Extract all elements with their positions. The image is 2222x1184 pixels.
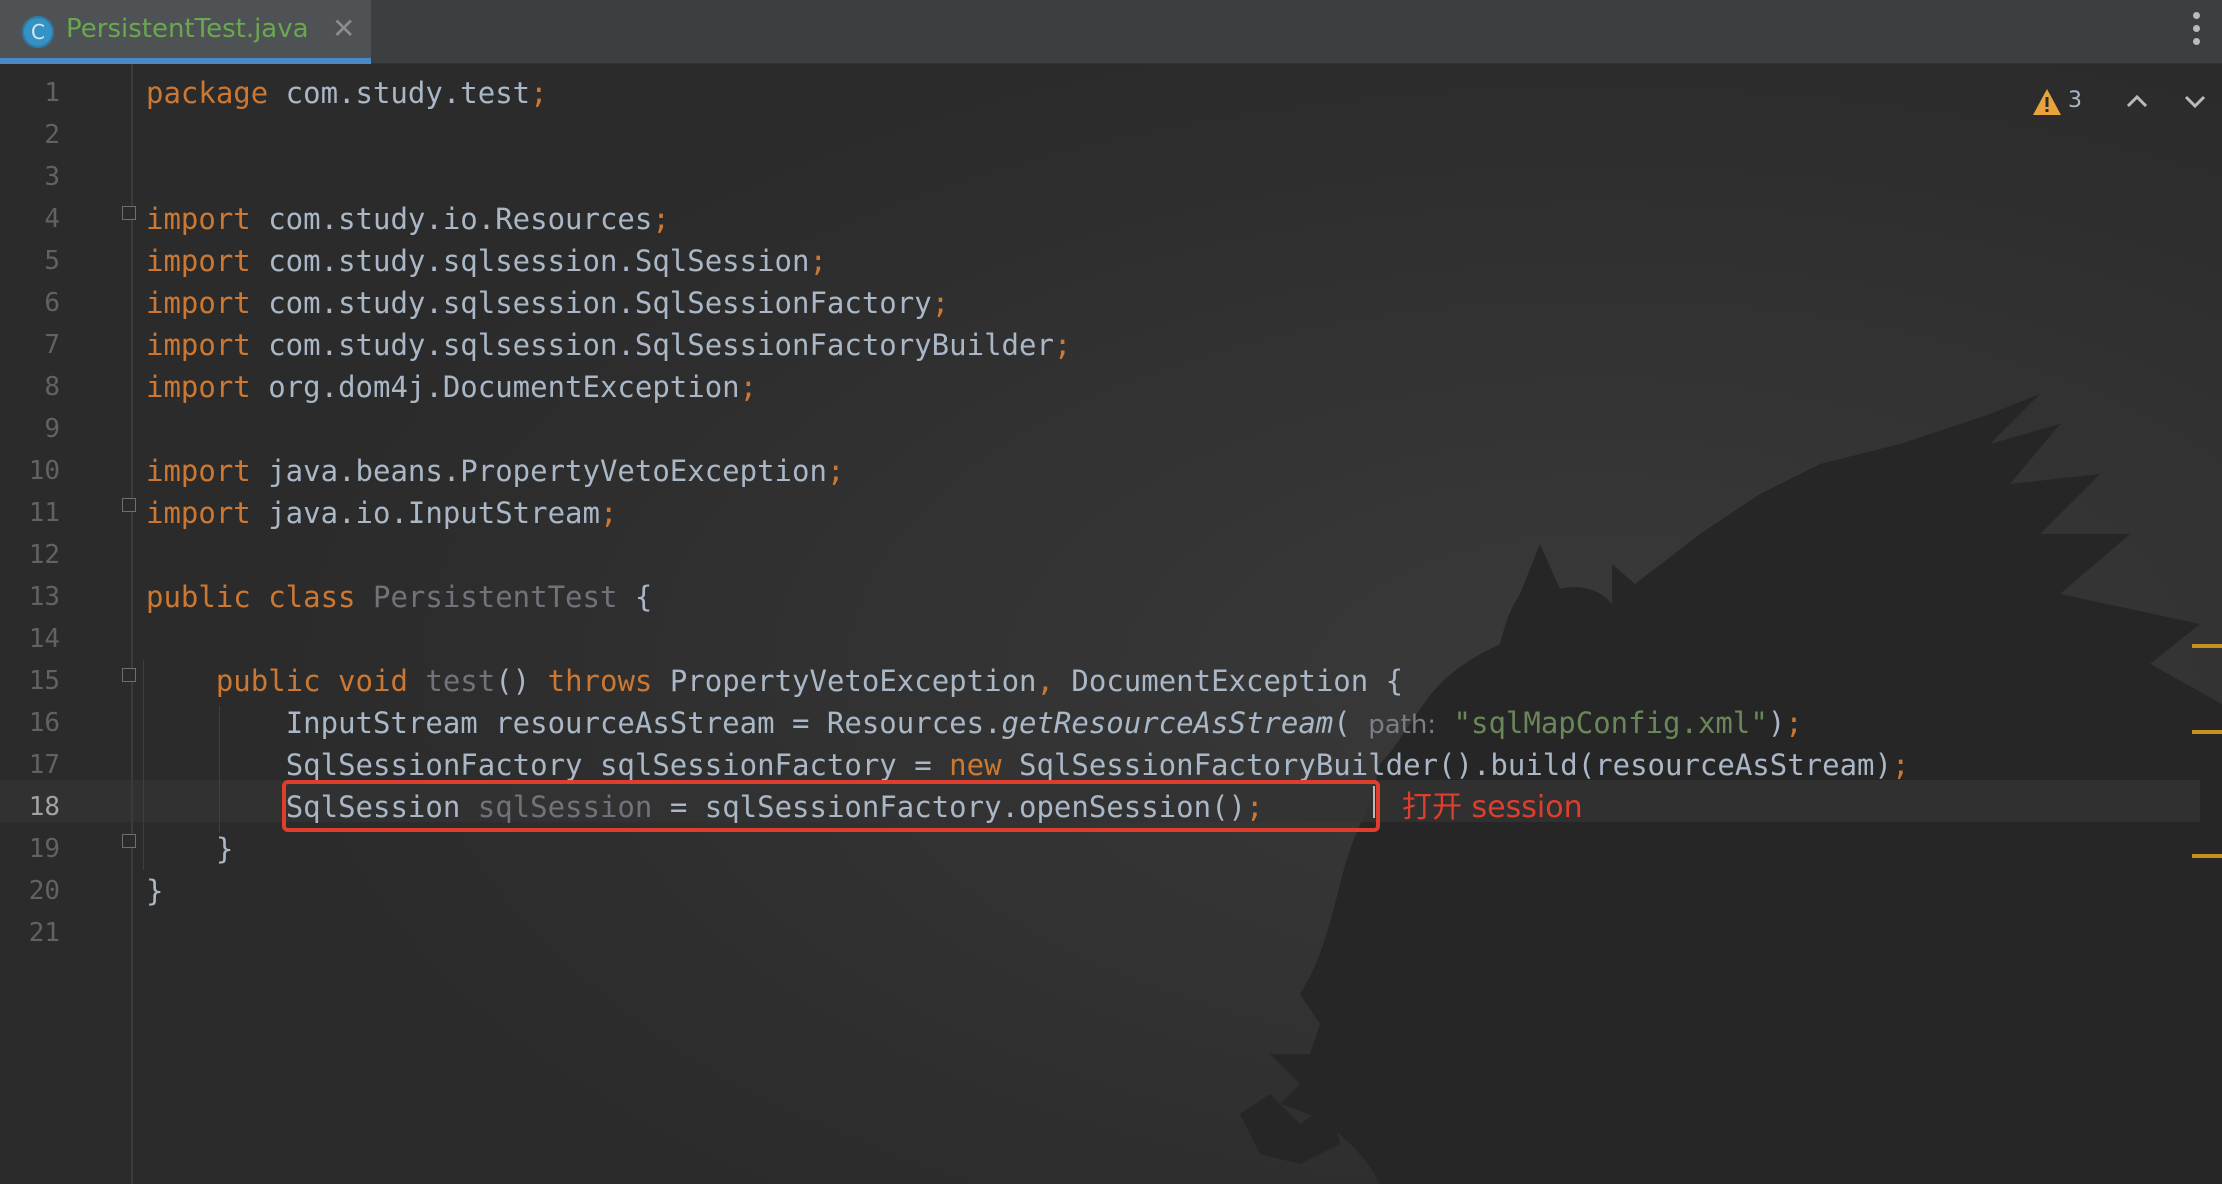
line-number[interactable]: 6 xyxy=(0,282,60,324)
next-highlight-icon[interactable] xyxy=(2180,84,2210,118)
code-editor[interactable]: 1 2 3 4 5 6 7 8 9 10 11 12 13 14 15 16 17 18 19 20 21 packag… xyxy=(0,64,2222,1184)
code-line[interactable]: import java.beans.PropertyVetoException; xyxy=(146,450,1909,492)
line-number[interactable]: 1 xyxy=(0,72,60,114)
code-line[interactable] xyxy=(146,618,1909,660)
line-number[interactable]: 11 xyxy=(0,492,60,534)
code-line[interactable]: package com.study.test; xyxy=(146,72,1909,114)
line-number[interactable]: 7 xyxy=(0,324,60,366)
code-line[interactable] xyxy=(146,534,1909,576)
code-line[interactable]: import com.study.sqlsession.SqlSessionFa… xyxy=(146,324,1909,366)
code-line[interactable]: public void test() throws PropertyVetoEx… xyxy=(146,660,1909,702)
code-line[interactable]: import java.io.InputStream; xyxy=(146,492,1909,534)
line-number[interactable]: 20 xyxy=(0,870,60,912)
warning-scroll-marker[interactable] xyxy=(2192,730,2222,734)
gutter-separator xyxy=(131,64,133,1184)
tab-persistent-test[interactable]: C PersistentTest.java ✕ xyxy=(0,0,371,64)
line-number[interactable]: 3 xyxy=(0,156,60,198)
code-line[interactable] xyxy=(146,114,1909,156)
fold-method-start-icon[interactable] xyxy=(122,668,136,682)
code-line[interactable]: import com.study.sqlsession.SqlSessionFa… xyxy=(146,282,1909,324)
close-icon[interactable]: ✕ xyxy=(332,12,355,45)
parameter-hint: path: xyxy=(1368,710,1437,740)
code-line[interactable] xyxy=(146,408,1909,450)
line-number[interactable]: 14 xyxy=(0,618,60,660)
code-line[interactable] xyxy=(146,156,1909,198)
line-number[interactable]: 8 xyxy=(0,366,60,408)
line-number[interactable]: 10 xyxy=(0,450,60,492)
previous-highlight-icon[interactable] xyxy=(2122,84,2152,118)
code-line[interactable]: import com.study.io.Resources; xyxy=(146,198,1909,240)
warning-icon xyxy=(2033,89,2061,115)
line-number[interactable]: 5 xyxy=(0,240,60,282)
code-line[interactable]: import org.dom4j.DocumentException; xyxy=(146,366,1909,408)
code-line[interactable]: } xyxy=(146,870,1909,912)
line-number[interactable]: 9 xyxy=(0,408,60,450)
line-number[interactable]: 19 xyxy=(0,828,60,870)
code-line[interactable] xyxy=(146,912,1909,954)
line-number[interactable]: 13 xyxy=(0,576,60,618)
line-number[interactable]: 2 xyxy=(0,114,60,156)
code-line[interactable]: InputStream resourceAsStream = Resources… xyxy=(146,702,1909,744)
line-number-gutter[interactable]: 1 2 3 4 5 6 7 8 9 10 11 12 13 14 15 16 17 18 19 20 21 xyxy=(0,72,60,954)
tab-title: PersistentTest.java xyxy=(66,14,309,44)
inspection-widget[interactable]: 3 xyxy=(2032,84,2222,124)
fold-import-end-icon[interactable] xyxy=(122,498,136,512)
line-number[interactable]: 12 xyxy=(0,534,60,576)
more-options-icon[interactable] xyxy=(2192,12,2202,52)
code-line[interactable]: } xyxy=(146,828,1909,870)
fold-method-end-icon[interactable] xyxy=(122,834,136,848)
line-number[interactable]: 15 xyxy=(0,660,60,702)
indent-guide xyxy=(143,660,144,870)
line-number[interactable]: 17 xyxy=(0,744,60,786)
line-number[interactable]: 16 xyxy=(0,702,60,744)
annotation-highlight-box xyxy=(282,780,1380,832)
fold-import-start-icon[interactable] xyxy=(122,206,136,220)
warning-count: 3 xyxy=(2068,88,2082,113)
warning-scroll-marker[interactable] xyxy=(2192,644,2222,648)
line-number[interactable]: 21 xyxy=(0,912,60,954)
code-line[interactable]: import com.study.sqlsession.SqlSession; xyxy=(146,240,1909,282)
warning-scroll-marker[interactable] xyxy=(2192,854,2222,858)
java-class-icon: C xyxy=(22,16,54,48)
line-number[interactable]: 18 xyxy=(0,786,60,828)
line-number[interactable]: 4 xyxy=(0,198,60,240)
editor-tab-bar: C PersistentTest.java ✕ xyxy=(0,0,2222,64)
annotation-label: 打开 session xyxy=(1402,790,1583,825)
code-line[interactable]: public class PersistentTest { xyxy=(146,576,1909,618)
